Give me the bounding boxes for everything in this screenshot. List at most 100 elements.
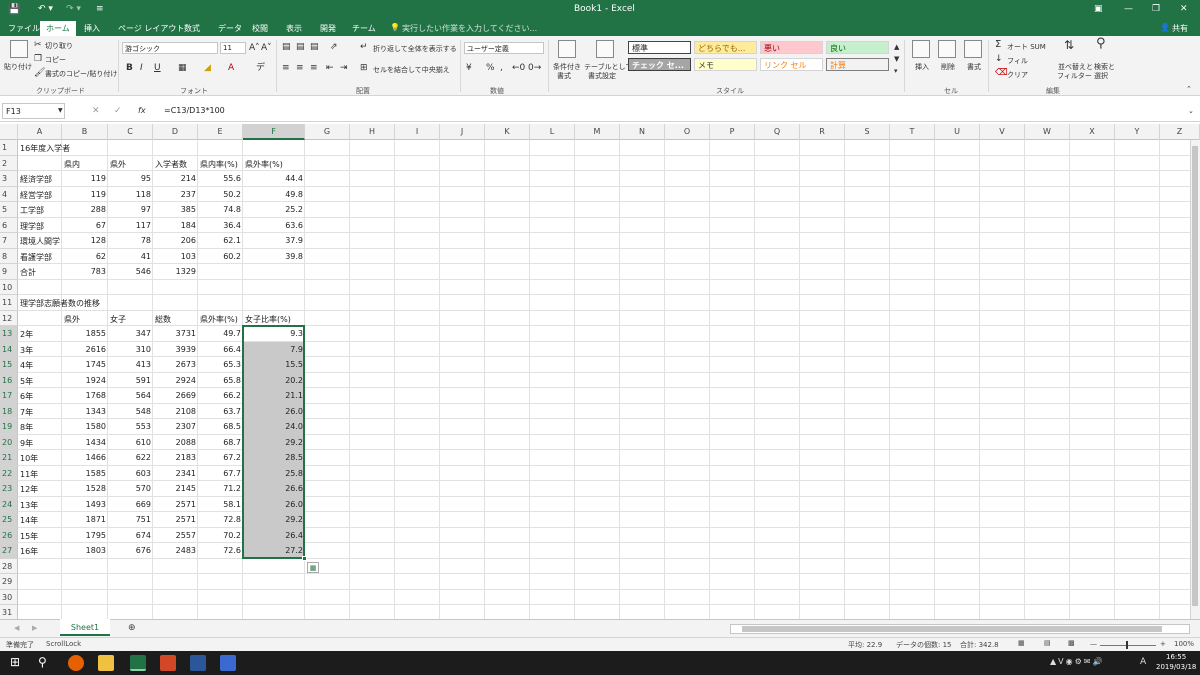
tab-insert[interactable]: 挿入	[84, 23, 100, 34]
cell-a23[interactable]: 12年	[18, 481, 62, 496]
underline-button[interactable]: U	[154, 63, 161, 73]
cell-d16[interactable]: 2924	[153, 373, 198, 388]
column-header-o[interactable]: O	[665, 124, 710, 140]
copy-button[interactable]: コピー	[45, 55, 66, 65]
cell-e7[interactable]: 62.1	[198, 233, 243, 248]
cell-c24[interactable]: 669	[108, 497, 153, 512]
cell-b8[interactable]: 62	[62, 249, 108, 264]
row-header-19[interactable]: 19	[0, 419, 18, 435]
excel-taskbar-icon[interactable]	[130, 655, 146, 671]
close-icon[interactable]: ✕	[1180, 4, 1188, 14]
row-header-2[interactable]: 2	[0, 155, 18, 171]
share-button[interactable]: 共有	[1172, 23, 1188, 34]
cell-a1[interactable]: 16年度入学者	[18, 140, 305, 155]
cell-a25[interactable]: 14年	[18, 512, 62, 527]
save-icon[interactable]: 💾	[8, 4, 20, 15]
cell-c4[interactable]: 118	[108, 187, 153, 202]
cell-f2[interactable]: 県外率(%)	[243, 156, 305, 171]
row-header-30[interactable]: 30	[0, 589, 18, 605]
fill-button[interactable]: フィル	[1007, 56, 1028, 66]
row-header-9[interactable]: 9	[0, 264, 18, 280]
cell-d6[interactable]: 184	[153, 218, 198, 233]
cell-b20[interactable]: 1434	[62, 435, 108, 450]
column-header-n[interactable]: N	[620, 124, 665, 140]
delete-cells-icon[interactable]	[938, 40, 956, 58]
wrap-text-icon[interactable]: ↵	[360, 42, 368, 52]
tab-page-layout[interactable]: ページ レイアウト	[118, 23, 184, 34]
decrease-decimal-icon[interactable]: 0→	[528, 63, 541, 73]
cell-a22[interactable]: 11年	[18, 466, 62, 481]
cell-a9[interactable]: 合計	[18, 264, 62, 279]
cell-e8[interactable]: 60.2	[198, 249, 243, 264]
find-select-icon[interactable]: ⚲	[1096, 37, 1106, 50]
cell-c7[interactable]: 78	[108, 233, 153, 248]
cell-b27[interactable]: 1803	[62, 543, 108, 558]
enter-icon[interactable]: ✓	[114, 106, 122, 116]
wrap-text-button[interactable]: 折り返して全体を表示する	[373, 44, 457, 54]
phonetic-icon[interactable]: デ	[256, 63, 265, 73]
row-header-25[interactable]: 25	[0, 512, 18, 528]
comma-style-icon[interactable]: ,	[500, 63, 503, 73]
cell-d18[interactable]: 2108	[153, 404, 198, 419]
column-header-p[interactable]: P	[710, 124, 755, 140]
column-header-g[interactable]: G	[305, 124, 350, 140]
customize-qat-icon[interactable]: ≡	[96, 4, 104, 14]
column-header-v[interactable]: V	[980, 124, 1025, 140]
row-header-23[interactable]: 23	[0, 481, 18, 497]
cut-button[interactable]: 切り取り	[45, 41, 73, 51]
cell-b16[interactable]: 1924	[62, 373, 108, 388]
grow-font-icon[interactable]: A˄	[249, 43, 260, 53]
cell-b5[interactable]: 288	[62, 202, 108, 217]
clock-time[interactable]: 16:55	[1166, 653, 1186, 661]
cell-c13[interactable]: 347	[108, 326, 153, 341]
cell-d19[interactable]: 2307	[153, 419, 198, 434]
cell-d13[interactable]: 3731	[153, 326, 198, 341]
cell-d21[interactable]: 2183	[153, 450, 198, 465]
tab-developer[interactable]: 開発	[320, 23, 336, 34]
accounting-format-icon[interactable]: ¥	[466, 63, 472, 73]
page-layout-view-icon[interactable]: ▤	[1044, 639, 1051, 647]
cell-b4[interactable]: 119	[62, 187, 108, 202]
cell-a7[interactable]: 環境人間学	[18, 233, 62, 248]
cell-e16[interactable]: 65.8	[198, 373, 243, 388]
cell-d12[interactable]: 総数	[153, 311, 198, 326]
row-header-29[interactable]: 29	[0, 574, 18, 590]
column-header-w[interactable]: W	[1025, 124, 1070, 140]
row-header-16[interactable]: 16	[0, 372, 18, 388]
cell-e25[interactable]: 72.8	[198, 512, 243, 527]
column-header-q[interactable]: Q	[755, 124, 800, 140]
cell-d17[interactable]: 2669	[153, 388, 198, 403]
name-box-dropdown-icon[interactable]: ▼	[58, 106, 63, 116]
bold-button[interactable]: B	[126, 63, 133, 73]
row-header-22[interactable]: 22	[0, 465, 18, 481]
sort-filter-label-2[interactable]: フィルター	[1057, 71, 1092, 81]
page-break-view-icon[interactable]: ▩	[1068, 639, 1075, 647]
cell-a24[interactable]: 13年	[18, 497, 62, 512]
merge-center-button[interactable]: セルを結合して中央揃え	[373, 65, 450, 75]
tab-formulas[interactable]: 数式	[184, 23, 200, 34]
fill-color-icon[interactable]: ◢	[204, 63, 211, 73]
cell-c15[interactable]: 413	[108, 357, 153, 372]
cell-d5[interactable]: 385	[153, 202, 198, 217]
cell-b26[interactable]: 1795	[62, 528, 108, 543]
cell-c9[interactable]: 546	[108, 264, 153, 279]
column-header-t[interactable]: T	[890, 124, 935, 140]
cell-e2[interactable]: 県内率(%)	[198, 156, 243, 171]
cell-b14[interactable]: 2616	[62, 342, 108, 357]
zoom-out-icon[interactable]: —	[1090, 640, 1097, 648]
column-header-l[interactable]: L	[530, 124, 575, 140]
style-linked-cell[interactable]: リンク セル	[760, 58, 823, 71]
insert-cells-button[interactable]: 挿入	[915, 62, 929, 72]
system-tray-icons[interactable]: ▲V◉⚙✉🔊	[1050, 657, 1104, 666]
row-header-4[interactable]: 4	[0, 186, 18, 202]
cell-a14[interactable]: 3年	[18, 342, 62, 357]
row-header-6[interactable]: 6	[0, 217, 18, 233]
windows-start-icon[interactable]: ⊞	[10, 655, 20, 669]
row-header-3[interactable]: 3	[0, 171, 18, 187]
scissors-icon[interactable]: ✂	[34, 40, 42, 50]
format-painter-icon[interactable]: 🖌	[34, 68, 45, 78]
row-header-27[interactable]: 27	[0, 543, 18, 559]
insert-cells-icon[interactable]	[912, 40, 930, 58]
autosum-button[interactable]: オート SUM	[1007, 42, 1046, 52]
zoom-in-icon[interactable]: +	[1160, 640, 1166, 648]
